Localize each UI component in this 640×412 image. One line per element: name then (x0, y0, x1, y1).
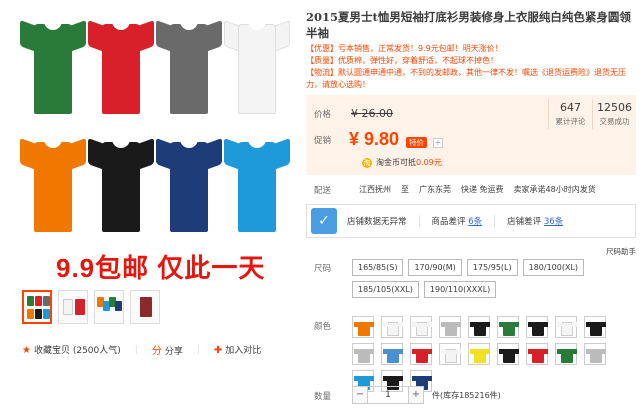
tshirt-image (156, 10, 222, 114)
shop-bad-link[interactable]: 36条 (544, 217, 563, 227)
promo-banner: 9.9包邮 仅此一天 (56, 253, 266, 283)
size-option[interactable]: 175/95(L) (466, 259, 518, 276)
sales-count: 12506 交易成功 (592, 99, 636, 129)
thumbnail-2[interactable] (58, 290, 88, 324)
tshirt-image (156, 128, 222, 232)
promo-label: 促销 (314, 135, 332, 146)
size-option[interactable]: 180/100(XL) (522, 259, 585, 276)
product-gallery: 9.9包邮 仅此一天 ★ 收藏宝贝 (2500人气) | 分分享 | ✚ 加入对比 (0, 0, 300, 412)
star-icon: ★ (22, 345, 31, 356)
color-swatch[interactable] (468, 316, 490, 338)
expand-button[interactable]: + (432, 138, 443, 148)
thumbnail-1[interactable] (22, 290, 52, 324)
size-option[interactable]: 185/105(XXL) (352, 281, 419, 298)
thumbnail-4[interactable] (130, 290, 160, 324)
tshirt-image (20, 10, 86, 114)
shipping-label: 配送 (314, 186, 332, 196)
promo-line: 【优惠】亏本销售，正常发货！9.9元包邮！明天涨价！ (306, 44, 503, 53)
color-swatch[interactable] (410, 343, 432, 365)
price-label: 价格 (314, 109, 332, 120)
color-options (352, 316, 632, 392)
current-price: ¥ 9.80 (349, 129, 400, 149)
shipping-row: 配送 江西抚州 至 广东东莞 快递 免运费 卖家承诺48小时内发货 (314, 184, 596, 196)
thumbnail-list (22, 290, 160, 324)
color-swatch[interactable] (381, 316, 403, 338)
compare-link[interactable]: ✚ 加入对比 (214, 343, 261, 356)
color-swatch[interactable] (410, 316, 432, 338)
minus-button[interactable]: − (352, 386, 368, 404)
goods-bad-link[interactable]: 6条 (468, 217, 482, 227)
size-helper-link[interactable]: 尺码助手 (606, 246, 636, 257)
favorite-link[interactable]: ★ 收藏宝贝 (2500人气) (22, 343, 121, 356)
plus-icon: ✚ (213, 345, 223, 356)
price-box: 价格 ¥ 26.00 647 累计评论 12506 交易成功 促销 ¥ 9.80… (306, 95, 636, 175)
main-product-image[interactable] (12, 8, 298, 284)
color-swatch[interactable] (439, 343, 461, 365)
product-info: 2015夏男士t恤男短袖打底衫男装修身上衣服纯白纯色紧身圆领半袖 【优惠】亏本销… (300, 0, 640, 412)
tshirt-image (20, 128, 86, 232)
size-option[interactable]: 170/90(M) (408, 259, 462, 276)
color-label: 颜色 (314, 322, 332, 332)
tshirt-image (224, 10, 290, 114)
size-options: 165/85(S) 170/90(M) 175/95(L) 180/100(XL… (352, 259, 632, 298)
size-option[interactable]: 165/85(S) (352, 259, 404, 276)
color-swatch[interactable] (381, 343, 403, 365)
review-count[interactable]: 647 累计评论 (548, 99, 592, 129)
color-swatch[interactable] (468, 343, 490, 365)
promo-line: 【质量】优质棉，弹性好，穿着舒适，不起球不掉色！ (306, 56, 498, 65)
coin-icon: 淘 (362, 157, 372, 168)
quantity-input[interactable]: 1 (368, 386, 408, 404)
thumbnail-3[interactable] (94, 290, 124, 324)
color-swatch[interactable] (584, 343, 606, 365)
promo-line: 【物流】默认圆通申通中通，不到的发邮政，其他一律不发！嘱选《退货运费险》退货无压… (306, 68, 626, 89)
special-tag: 特价 (405, 137, 427, 148)
color-swatch[interactable] (497, 316, 519, 338)
ship-to-label: 至 (401, 185, 410, 194)
color-swatch[interactable] (526, 343, 548, 365)
quantity-stepper: − 1 + 件(库存185216件) (352, 386, 501, 404)
ship-to-select[interactable]: 广东东莞 (419, 184, 451, 196)
color-swatch[interactable] (352, 343, 374, 365)
action-bar: ★ 收藏宝贝 (2500人气) | 分分享 | ✚ 加入对比 (22, 342, 261, 358)
goods-bad-reviews: 商品差评 6条 (432, 215, 496, 227)
ship-from: 江西抚州 (359, 185, 392, 194)
size-option[interactable]: 190/110(XXXL) (423, 281, 497, 298)
plus-button[interactable]: + (408, 386, 424, 404)
color-swatch[interactable] (497, 343, 519, 365)
coin-discount: 淘 淘金币可抵 0.09元 (362, 157, 442, 168)
share-icon: 分 (151, 346, 162, 357)
tshirt-image (88, 128, 154, 232)
color-swatch[interactable] (352, 316, 374, 338)
shop-rating-bar: ✓ 店铺数据无异常 商品差评 6条 店铺差评 36条 (306, 204, 636, 238)
tshirt-image (88, 10, 154, 114)
color-swatch[interactable] (555, 343, 577, 365)
quantity-label: 数量 (314, 392, 332, 402)
shop-status: 店铺数据无异常 (347, 215, 420, 227)
stock-info: 件(库存185216件) (432, 390, 501, 400)
tshirt-image (224, 128, 290, 232)
ship-promise: 卖家承诺48小时内发货 (513, 185, 596, 194)
share-link[interactable]: 分分享 (152, 342, 183, 357)
color-swatch[interactable] (584, 316, 606, 338)
stats: 647 累计评论 12506 交易成功 (548, 99, 636, 129)
shop-bad-reviews: 店铺差评 36条 (507, 217, 564, 227)
original-price: ¥ 26.00 (351, 107, 394, 120)
color-swatch[interactable] (439, 316, 461, 338)
size-label: 尺码 (314, 264, 332, 274)
divider: | (196, 344, 200, 355)
product-title: 2015夏男士t恤男短袖打底衫男装修身上衣服纯白纯色紧身圆领半袖 (306, 10, 631, 40)
express-info: 快递 免运费 (461, 185, 504, 194)
promo-lines: 【优惠】亏本销售，正常发货！9.9元包邮！明天涨价！ 【质量】优质棉，弹性好，穿… (306, 43, 636, 91)
color-swatch[interactable] (555, 316, 577, 338)
shop-rating-icon: ✓ (311, 208, 337, 234)
divider: | (134, 344, 138, 355)
color-swatch[interactable] (526, 316, 548, 338)
